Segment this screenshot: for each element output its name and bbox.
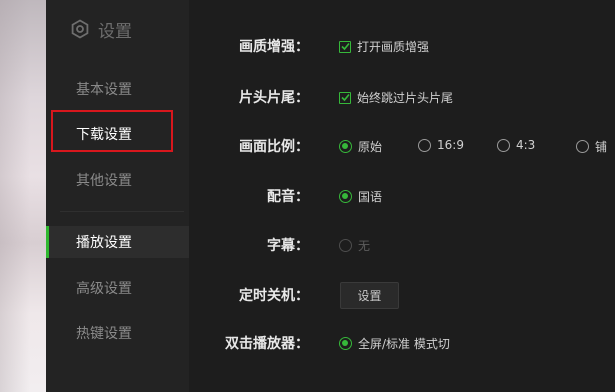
sidebar-divider xyxy=(60,211,184,212)
radio-disabled-icon xyxy=(339,239,352,252)
aspect-option-label: 铺 xyxy=(595,140,608,154)
setting-row-timer: 定时关机： 设置 xyxy=(189,282,615,309)
subtitle-option-label: 无 xyxy=(358,239,371,253)
aspect-option-label: 原始 xyxy=(358,140,383,154)
audio-radio-mandarin[interactable]: 国语 xyxy=(339,188,382,205)
subtitle-radio-none: 无 xyxy=(339,237,370,254)
setting-row-subtitle: 字幕： 无 xyxy=(189,233,615,257)
background-video-frame xyxy=(0,0,46,392)
timer-label: 定时关机： xyxy=(239,288,309,304)
settings-sidebar: 设置 基本设置 下载设置 其他设置 播放设置 高级设置 热键设置 xyxy=(46,0,189,392)
quality-checkbox[interactable]: 打开画质增强 xyxy=(339,38,429,55)
aspect-option-label: 16:9 xyxy=(437,138,464,152)
skip-intro-checkbox[interactable]: 始终跳过片头片尾 xyxy=(339,89,453,106)
radio-selected-icon xyxy=(339,140,352,153)
checkbox-checked-icon xyxy=(339,40,351,53)
sidebar-item-label: 播放设置 xyxy=(76,235,132,251)
intro-label: 片头片尾： xyxy=(239,90,309,106)
aspect-radio-original[interactable]: 原始 xyxy=(339,138,382,155)
red-highlight-annotation xyxy=(51,110,173,152)
sidebar-item-basic[interactable]: 基本设置 xyxy=(46,73,189,105)
settings-gear-icon xyxy=(71,19,89,39)
sidebar-item-label: 基本设置 xyxy=(76,82,132,98)
skip-intro-option-label: 始终跳过片头片尾 xyxy=(357,91,454,105)
setting-row-doubleclick: 双击播放器： 全屏/标准 模式切 xyxy=(189,331,615,355)
doubleclick-radio-fullscreen[interactable]: 全屏/标准 模式切 xyxy=(339,335,450,352)
setting-row-intro: 片头片尾： 始终跳过片头片尾 xyxy=(189,85,615,109)
sidebar-item-label: 其他设置 xyxy=(76,173,132,189)
doubleclick-label: 双击播放器： xyxy=(225,336,309,352)
settings-title: 设置 xyxy=(70,16,132,42)
checkbox-checked-icon xyxy=(339,91,351,104)
radio-unselected-icon xyxy=(497,138,510,152)
quality-label: 画质增强： xyxy=(239,39,309,55)
sidebar-item-label: 高级设置 xyxy=(76,281,132,297)
aspect-radio-16-9[interactable]: 16:9 xyxy=(418,138,464,152)
radio-unselected-icon xyxy=(418,138,431,152)
aspect-radio-4-3[interactable]: 4:3 xyxy=(497,138,535,152)
aspect-radio-fill[interactable]: 铺 xyxy=(576,138,607,155)
radio-unselected-icon xyxy=(576,140,589,153)
timer-button-label: 设置 xyxy=(357,289,382,303)
quality-option-label: 打开画质增强 xyxy=(357,40,430,54)
sidebar-item-label: 热键设置 xyxy=(76,326,132,342)
setting-row-quality: 画质增强： 打开画质增强 xyxy=(189,34,615,58)
setting-row-audio: 配音： 国语 xyxy=(189,184,615,208)
aspect-label: 画面比例： xyxy=(239,139,309,155)
sidebar-item-hotkeys[interactable]: 热键设置 xyxy=(46,317,189,349)
sidebar-item-other[interactable]: 其他设置 xyxy=(46,164,189,196)
sidebar-item-playback[interactable]: 播放设置 xyxy=(46,226,189,258)
audio-label: 配音： xyxy=(267,189,309,205)
settings-title-text: 设置 xyxy=(98,21,132,42)
audio-option-label: 国语 xyxy=(358,190,383,204)
radio-selected-icon xyxy=(339,337,352,350)
sidebar-item-advanced[interactable]: 高级设置 xyxy=(46,272,189,304)
aspect-option-label: 4:3 xyxy=(516,138,536,152)
setting-row-aspect: 画面比例： 原始 16:9 4:3 铺 xyxy=(189,134,615,158)
doubleclick-option-label: 全屏/标准 模式切 xyxy=(358,337,450,351)
radio-selected-icon xyxy=(339,190,352,203)
subtitle-label: 字幕： xyxy=(267,238,309,254)
timer-settings-button[interactable]: 设置 xyxy=(340,282,399,309)
settings-panel: 设置 基本设置 下载设置 其他设置 播放设置 高级设置 热键设置 画质增强： 打… xyxy=(46,0,615,392)
